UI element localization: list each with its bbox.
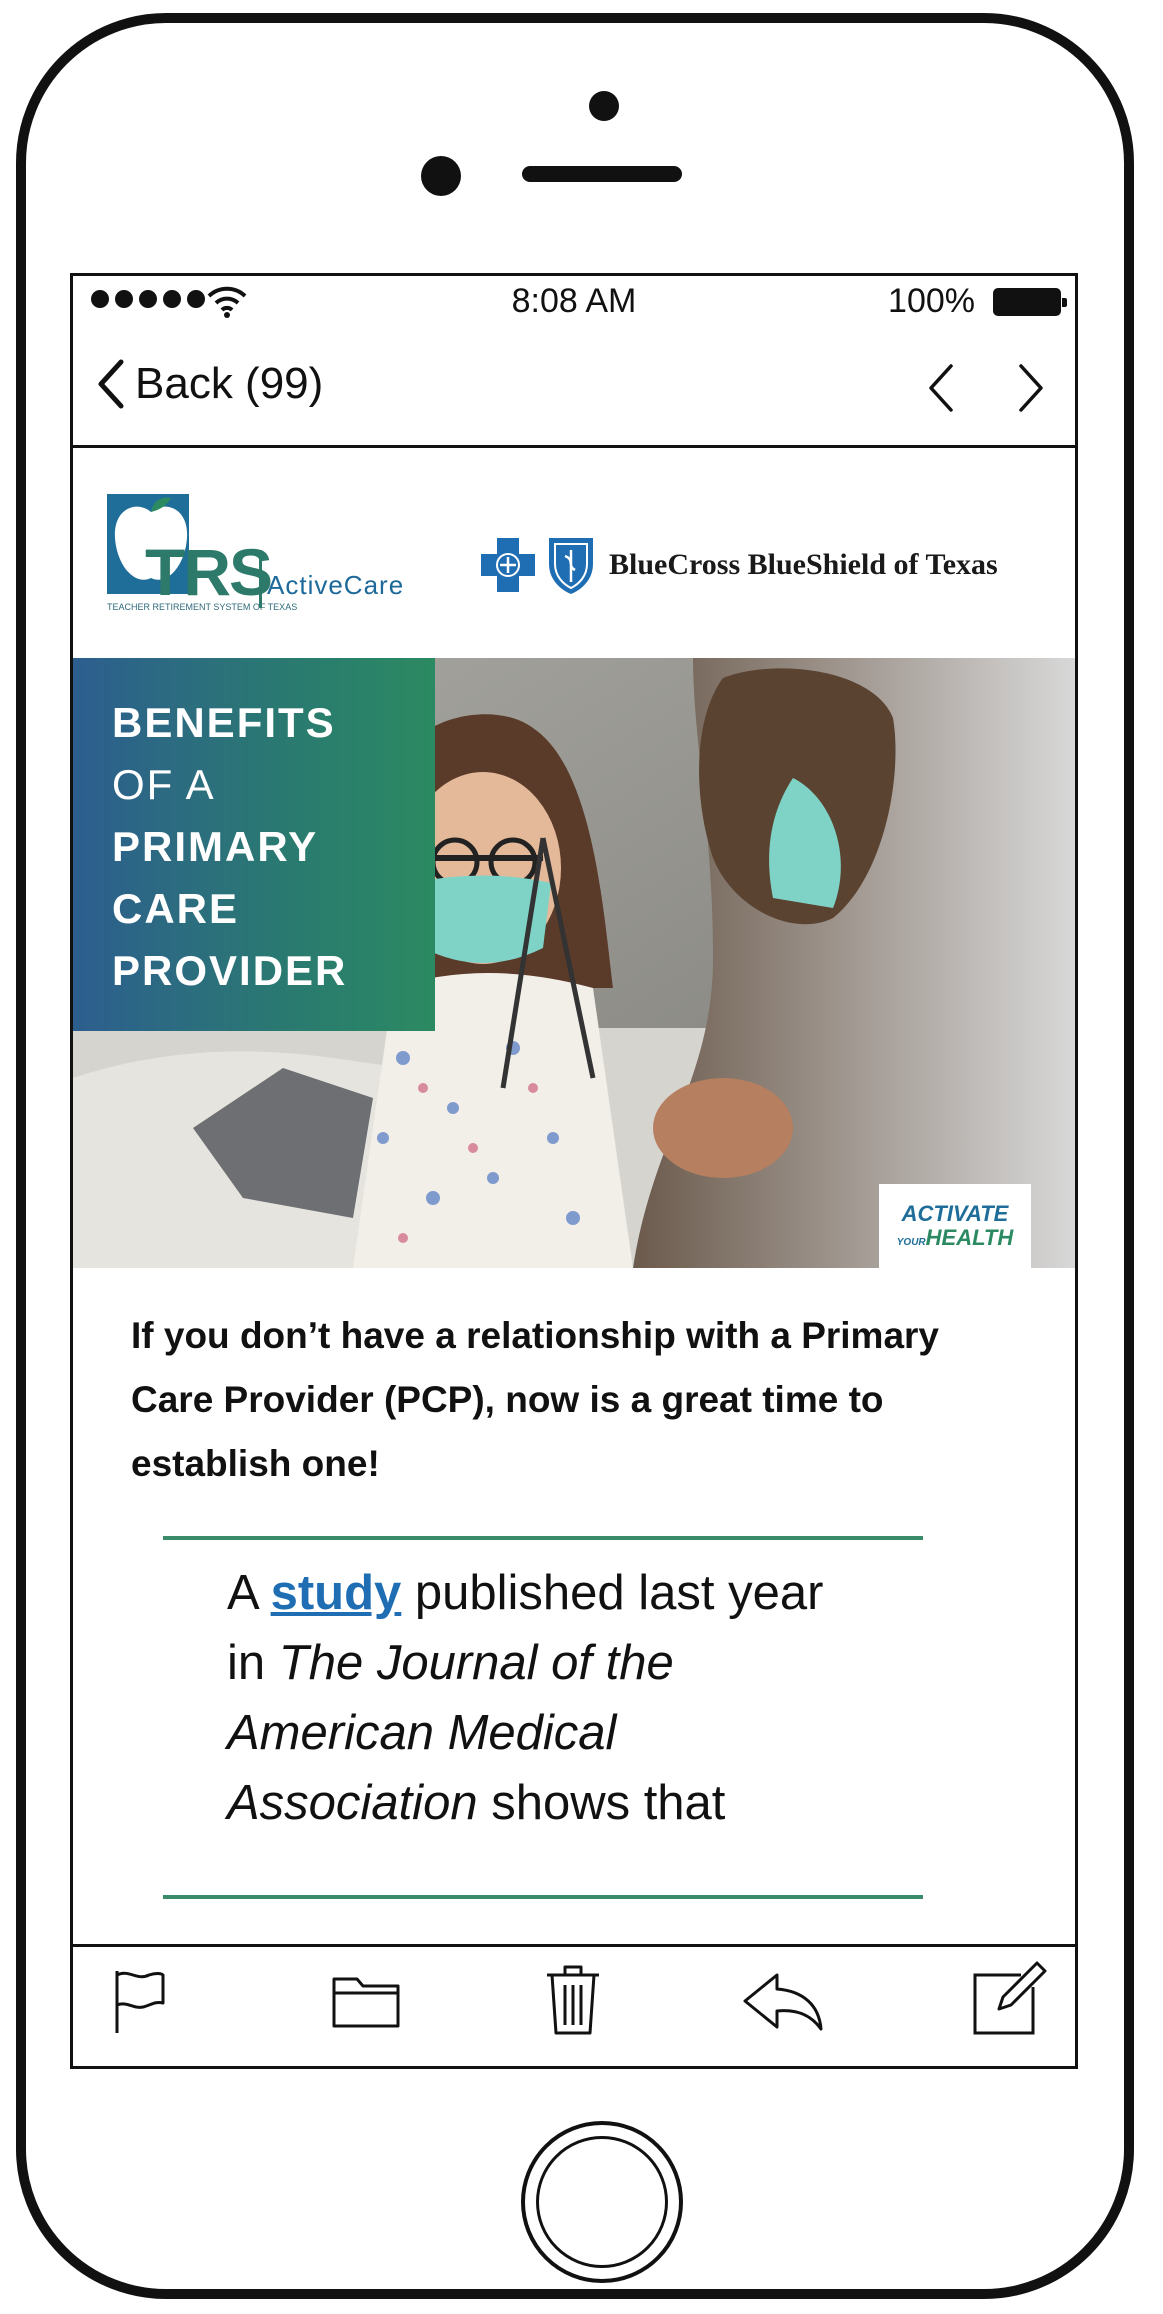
email-header-logos: TRS TEACHER RETIREMENT SYSTEM OF TEXAS A… [73,448,1075,658]
mail-toolbar [73,1944,1075,2066]
quote-divider-top [163,1536,923,1540]
quote-prefix: A [227,1566,271,1620]
logo-divider [259,550,262,608]
badge-line-2: HEALTH [925,1225,1014,1250]
front-sensor [589,91,619,121]
study-link[interactable]: study [271,1566,402,1620]
battery-percent: 100% [888,282,975,320]
flag-icon[interactable] [111,1967,167,2037]
hero-banner: BENEFITS OF A PRIMARY CARE PROVIDER ACTI… [73,658,1075,1268]
folder-icon[interactable] [331,1973,401,2029]
phone-screen: 8:08 AM 100% Back (99) TRS TEACHER RETIR… [70,273,1078,2069]
next-message-icon[interactable] [1017,362,1047,414]
blue-shield-icon [549,538,593,594]
hero-title-line: OF A [112,761,216,808]
bcbs-logo: BlueCross BlueShield of Texas [477,534,998,596]
trs-wordmark: TRS [145,535,273,609]
pull-quote: A study published last year in The Journ… [227,1558,847,1838]
hero-title-line: PRIMARY [112,823,319,870]
trs-subtitle: TEACHER RETIREMENT SYSTEM OF TEXAS [107,602,298,612]
activecare-wordmark: ActiveCare [267,570,405,600]
quote-divider-bottom [163,1895,923,1899]
reply-icon[interactable] [741,1971,825,2033]
mail-nav-bar: Back (99) [73,330,1075,448]
battery-icon [993,288,1067,316]
back-button[interactable]: Back (99) [95,358,323,410]
hero-title-line: PROVIDER [112,947,348,994]
bcbs-wordmark: BlueCross BlueShield of Texas [609,548,998,581]
chevron-left-icon [98,359,124,409]
hero-title-line: CARE [112,885,240,932]
status-bar: 8:08 AM 100% [73,276,1075,330]
trash-icon[interactable] [543,1963,603,2037]
compose-icon[interactable] [971,1959,1049,2037]
trs-activecare-logo: TRS TEACHER RETIREMENT SYSTEM OF TEXAS A… [107,494,417,624]
previous-message-icon[interactable] [925,362,955,414]
email-body[interactable]: TRS TEACHER RETIREMENT SYSTEM OF TEXAS A… [73,448,1075,1947]
badge-your: YOUR [896,1237,926,1248]
home-button[interactable] [521,2121,683,2283]
activate-your-health-badge: ACTIVATE YOURHEALTH [879,1184,1031,1268]
earpiece-speaker [522,166,682,182]
front-camera [421,156,461,196]
hero-title-line: BENEFITS [112,699,336,746]
badge-line-1: ACTIVATE [901,1201,1009,1226]
back-label: Back (99) [135,359,324,408]
intro-paragraph: If you don’t have a relationship with a … [131,1315,940,1484]
blue-cross-icon [481,538,535,592]
hero-title: BENEFITS OF A PRIMARY CARE PROVIDER [73,658,435,1031]
quote-text-2: shows that [477,1776,726,1830]
